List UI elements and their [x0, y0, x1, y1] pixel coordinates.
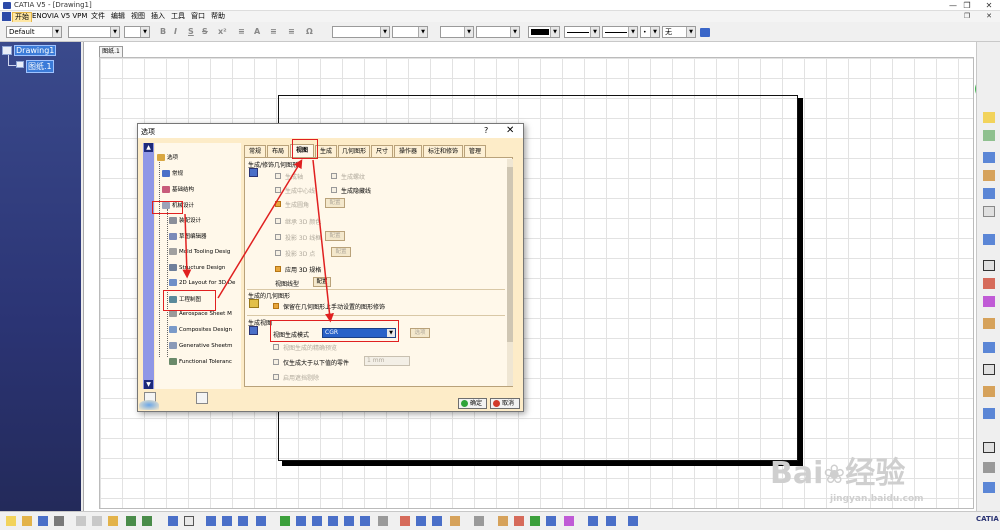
- watermark-brand: Bai❀经验: [770, 456, 906, 491]
- watermark-url: jingyan.baidu.com: [830, 494, 924, 504]
- paw-icon: ❀: [823, 460, 846, 490]
- arrow-to-cgr-mode: [312, 159, 334, 323]
- arrow-to-view-tab: [217, 159, 303, 299]
- arrow-to-drafting: [182, 213, 192, 279]
